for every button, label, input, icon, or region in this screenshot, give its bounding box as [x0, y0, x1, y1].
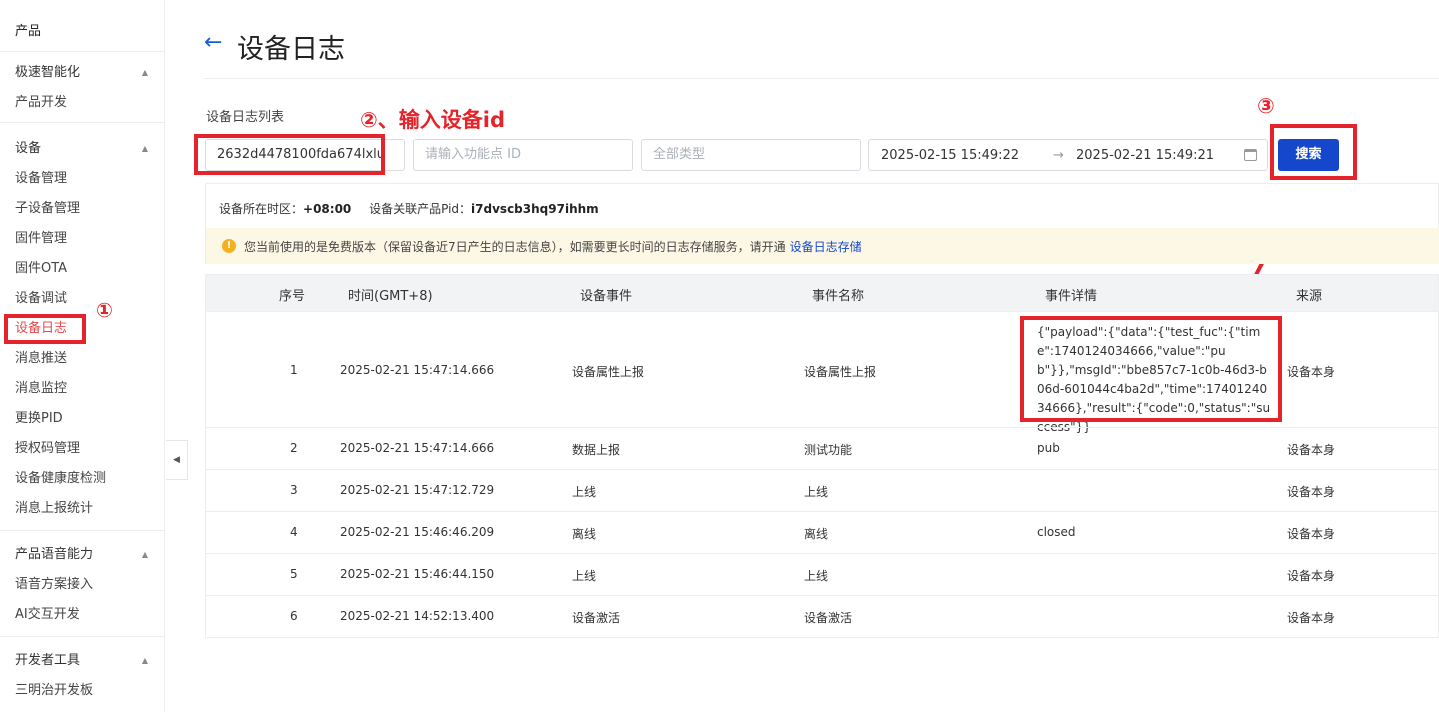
- sidebar-item-sandwich-board[interactable]: 三明治开发板: [0, 676, 164, 706]
- function-id-input[interactable]: 请输入功能点 ID: [413, 139, 633, 171]
- annotation-step3: ③: [1257, 94, 1275, 118]
- header-source: 来源: [1296, 289, 1323, 304]
- table-row: 3 2025-02-21 15:47:12.729 上线 上线 设备本身: [206, 469, 1438, 511]
- sidebar-item-ai-dev[interactable]: AI交互开发: [0, 600, 164, 630]
- annotation-box-3: [1270, 124, 1357, 180]
- header-detail: 事件详情: [1045, 289, 1098, 304]
- header-time: 时间(GMT+8): [348, 289, 433, 304]
- calendar-icon: [1244, 149, 1257, 161]
- caret-up-icon: ▲: [141, 550, 148, 559]
- sidebar-group-head[interactable]: 产品语音能力 ▲: [0, 540, 164, 570]
- sidebar-item-auth-code[interactable]: 授权码管理: [0, 434, 164, 464]
- info-panel: 设备所在时区：+08:00 设备关联产品Pid：i7dvscb3hq97ihhm…: [205, 183, 1439, 264]
- table-row: 6 2025-02-21 14:52:13.400 设备激活 设备激活 设备本身: [206, 595, 1438, 637]
- date-arrow-icon: →: [1053, 147, 1064, 163]
- notice-text: 您当前使用的是免费版本（保留设备近7日产生的日志信息），如需要更长时间的日志存储…: [244, 239, 786, 254]
- timezone-value: +08:00: [303, 202, 352, 216]
- sidebar-group-head[interactable]: 设备 ▲: [0, 134, 164, 164]
- sidebar-group-head[interactable]: 开发者工具 ▲: [0, 646, 164, 676]
- caret-left-icon: ◀: [173, 455, 180, 465]
- warning-icon: !: [222, 239, 236, 253]
- caret-up-icon: ▲: [141, 68, 148, 77]
- caret-up-icon: ▲: [141, 656, 148, 665]
- sidebar-group-fast: 极速智能化 ▲ 产品开发: [0, 58, 164, 118]
- table-header: 序号 时间(GMT+8) 设备事件 事件名称 事件详情 来源: [206, 275, 1438, 311]
- sidebar-group-voice: 产品语音能力 ▲ 语音方案接入 AI交互开发: [0, 540, 164, 630]
- page-title: 设备日志: [237, 34, 345, 65]
- header-no: 序号: [279, 289, 306, 304]
- annotation-box-detail: [1020, 316, 1282, 422]
- divider: [204, 78, 1439, 79]
- sidebar-item-product-dev[interactable]: 产品开发: [0, 88, 164, 118]
- table-row: 4 2025-02-21 15:46:46.209 离线 离线 closed 设…: [206, 511, 1438, 553]
- sidebar-item-firmware-manage[interactable]: 固件管理: [0, 224, 164, 254]
- pid-value: i7dvscb3hq97ihhm: [471, 202, 599, 216]
- sidebar-item-voice-solution[interactable]: 语音方案接入: [0, 570, 164, 600]
- caret-up-icon: ▲: [141, 144, 148, 153]
- device-info-row: 设备所在时区：+08:00 设备关联产品Pid：i7dvscb3hq97ihhm: [219, 202, 599, 216]
- sidebar-collapse-button[interactable]: ◀: [166, 440, 188, 480]
- annotation-box-2: [194, 134, 385, 175]
- sidebar-item-report-stats[interactable]: 消息上报统计: [0, 494, 164, 524]
- sidebar-group-head[interactable]: 极速智能化 ▲: [0, 58, 164, 88]
- date-end[interactable]: 2025-02-21 15:49:21: [1076, 148, 1214, 163]
- sidebar-item-message-monitor[interactable]: 消息监控: [0, 374, 164, 404]
- sidebar-item-device-manage[interactable]: 设备管理: [0, 164, 164, 194]
- sidebar-item-message-push[interactable]: 消息推送: [0, 344, 164, 374]
- sidebar-item-change-pid[interactable]: 更换PID: [0, 404, 164, 434]
- sidebar-group-dev-tools: 开发者工具 ▲ 三明治开发板: [0, 646, 164, 706]
- sidebar-item-firmware-ota[interactable]: 固件OTA: [0, 254, 164, 284]
- sidebar-item-subdevice-manage[interactable]: 子设备管理: [0, 194, 164, 224]
- type-select[interactable]: 全部类型: [641, 139, 861, 171]
- date-range-picker[interactable]: 2025-02-15 15:49:22 → 2025-02-21 15:49:2…: [868, 139, 1268, 171]
- sidebar-top-label[interactable]: 产品: [0, 0, 164, 52]
- table-row: 2 2025-02-21 15:47:14.666 数据上报 测试功能 pub …: [206, 427, 1438, 469]
- date-start[interactable]: 2025-02-15 15:49:22: [881, 148, 1019, 163]
- list-label: 设备日志列表: [206, 110, 285, 125]
- notice-banner: ! 您当前使用的是免费版本（保留设备近7日产生的日志信息），如需要更长时间的日志…: [206, 228, 1439, 264]
- header-name: 事件名称: [812, 289, 865, 304]
- sidebar-item-device-debug[interactable]: 设备调试: [0, 284, 164, 314]
- back-arrow-icon[interactable]: ←: [204, 30, 222, 56]
- annotation-box-1: [4, 314, 86, 344]
- annotation-step2: ②、输入设备id: [360, 108, 506, 132]
- sidebar-item-health-check[interactable]: 设备健康度检测: [0, 464, 164, 494]
- header-event: 设备事件: [580, 289, 633, 304]
- log-storage-link[interactable]: 设备日志存储: [790, 238, 862, 255]
- sidebar: 产品 极速智能化 ▲ 产品开发 设备 ▲ 设备管理 子设备管理 固件管理 固件OTA…: [0, 0, 165, 712]
- annotation-step1: ①: [96, 298, 113, 322]
- table-row: 5 2025-02-21 15:46:44.150 上线 上线 设备本身: [206, 553, 1438, 595]
